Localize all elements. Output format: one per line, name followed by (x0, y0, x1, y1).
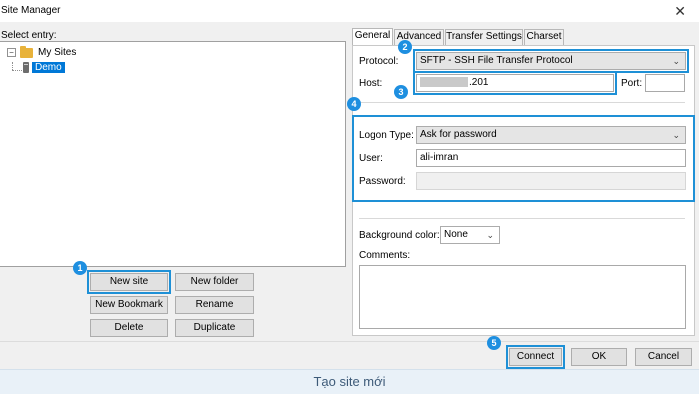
separator (359, 102, 685, 103)
new-folder-button[interactable]: New folder (175, 273, 254, 291)
password-input[interactable] (416, 172, 686, 190)
cancel-button[interactable]: Cancel (635, 348, 692, 366)
logon-type-value: Ask for password (420, 129, 497, 140)
chevron-down-icon: ⌄ (486, 230, 494, 240)
image-caption: Tạo site mới (0, 369, 699, 394)
host-input[interactable]: .201 (413, 71, 617, 95)
user-label: User: (359, 153, 383, 164)
host-label: Host: (359, 78, 383, 89)
step-badge-5: 5 (487, 336, 501, 350)
footer-separator (0, 341, 699, 342)
site-manager-window: Site Manager ✕ Select entry: − My Sites … (0, 0, 699, 369)
step-badge-1: 1 (73, 261, 87, 275)
background-color-value: None (444, 229, 468, 240)
separator (359, 218, 685, 219)
protocol-dropdown[interactable]: SFTP - SSH File Transfer Protocol ⌄ (413, 49, 689, 73)
step-badge-2: 2 (398, 40, 412, 54)
connect-button[interactable]: Connect (506, 345, 565, 369)
window-title: Site Manager (1, 5, 61, 16)
chevron-down-icon: ⌄ (672, 56, 680, 66)
tree-item-demo[interactable]: Demo (7, 62, 65, 73)
step-badge-4: 4 (347, 97, 361, 111)
tree-item-label: My Sites (38, 47, 77, 58)
comments-label: Comments: (359, 250, 411, 261)
site-tree[interactable]: − My Sites Demo (0, 41, 346, 267)
logon-group: Logon Type: Ask for password ⌄ User: ali… (352, 115, 695, 202)
port-input[interactable] (645, 74, 685, 92)
comments-textarea[interactable] (359, 265, 686, 329)
protocol-value: SFTP - SSH File Transfer Protocol (420, 55, 573, 66)
new-site-button[interactable]: New site (87, 270, 171, 294)
logon-type-label: Logon Type: (359, 130, 414, 141)
step-badge-3: 3 (394, 85, 408, 99)
new-bookmark-button[interactable]: New Bookmark (90, 296, 168, 314)
delete-button[interactable]: Delete (90, 319, 168, 337)
tab-charset[interactable]: Charset (524, 29, 564, 45)
password-label: Password: (359, 176, 406, 187)
close-icon[interactable]: ✕ (674, 3, 686, 20)
user-input[interactable]: ali-imran (416, 149, 686, 167)
tab-transfer-settings[interactable]: Transfer Settings (445, 29, 523, 45)
folder-icon (20, 45, 33, 58)
chevron-down-icon: ⌄ (672, 130, 680, 140)
tab-general[interactable]: General (352, 28, 393, 45)
logon-type-dropdown[interactable]: Ask for password ⌄ (416, 126, 686, 144)
port-label: Port: (621, 78, 643, 89)
minus-box-icon[interactable]: − (7, 48, 16, 57)
host-value: .201 (469, 77, 489, 88)
duplicate-button[interactable]: Duplicate (175, 319, 254, 337)
protocol-label: Protocol: (359, 56, 399, 67)
title-bar: Site Manager ✕ (0, 0, 699, 22)
tree-item-label: Demo (32, 62, 65, 73)
tree-item-my-sites[interactable]: − My Sites (7, 45, 77, 58)
background-color-dropdown[interactable]: None ⌄ (440, 226, 500, 244)
server-icon (23, 62, 29, 73)
redacted-host-part (420, 77, 468, 88)
ok-button[interactable]: OK (571, 348, 627, 366)
select-entry-label: Select entry: (1, 30, 57, 41)
background-color-label: Background color: (359, 230, 440, 241)
rename-button[interactable]: Rename (175, 296, 254, 314)
